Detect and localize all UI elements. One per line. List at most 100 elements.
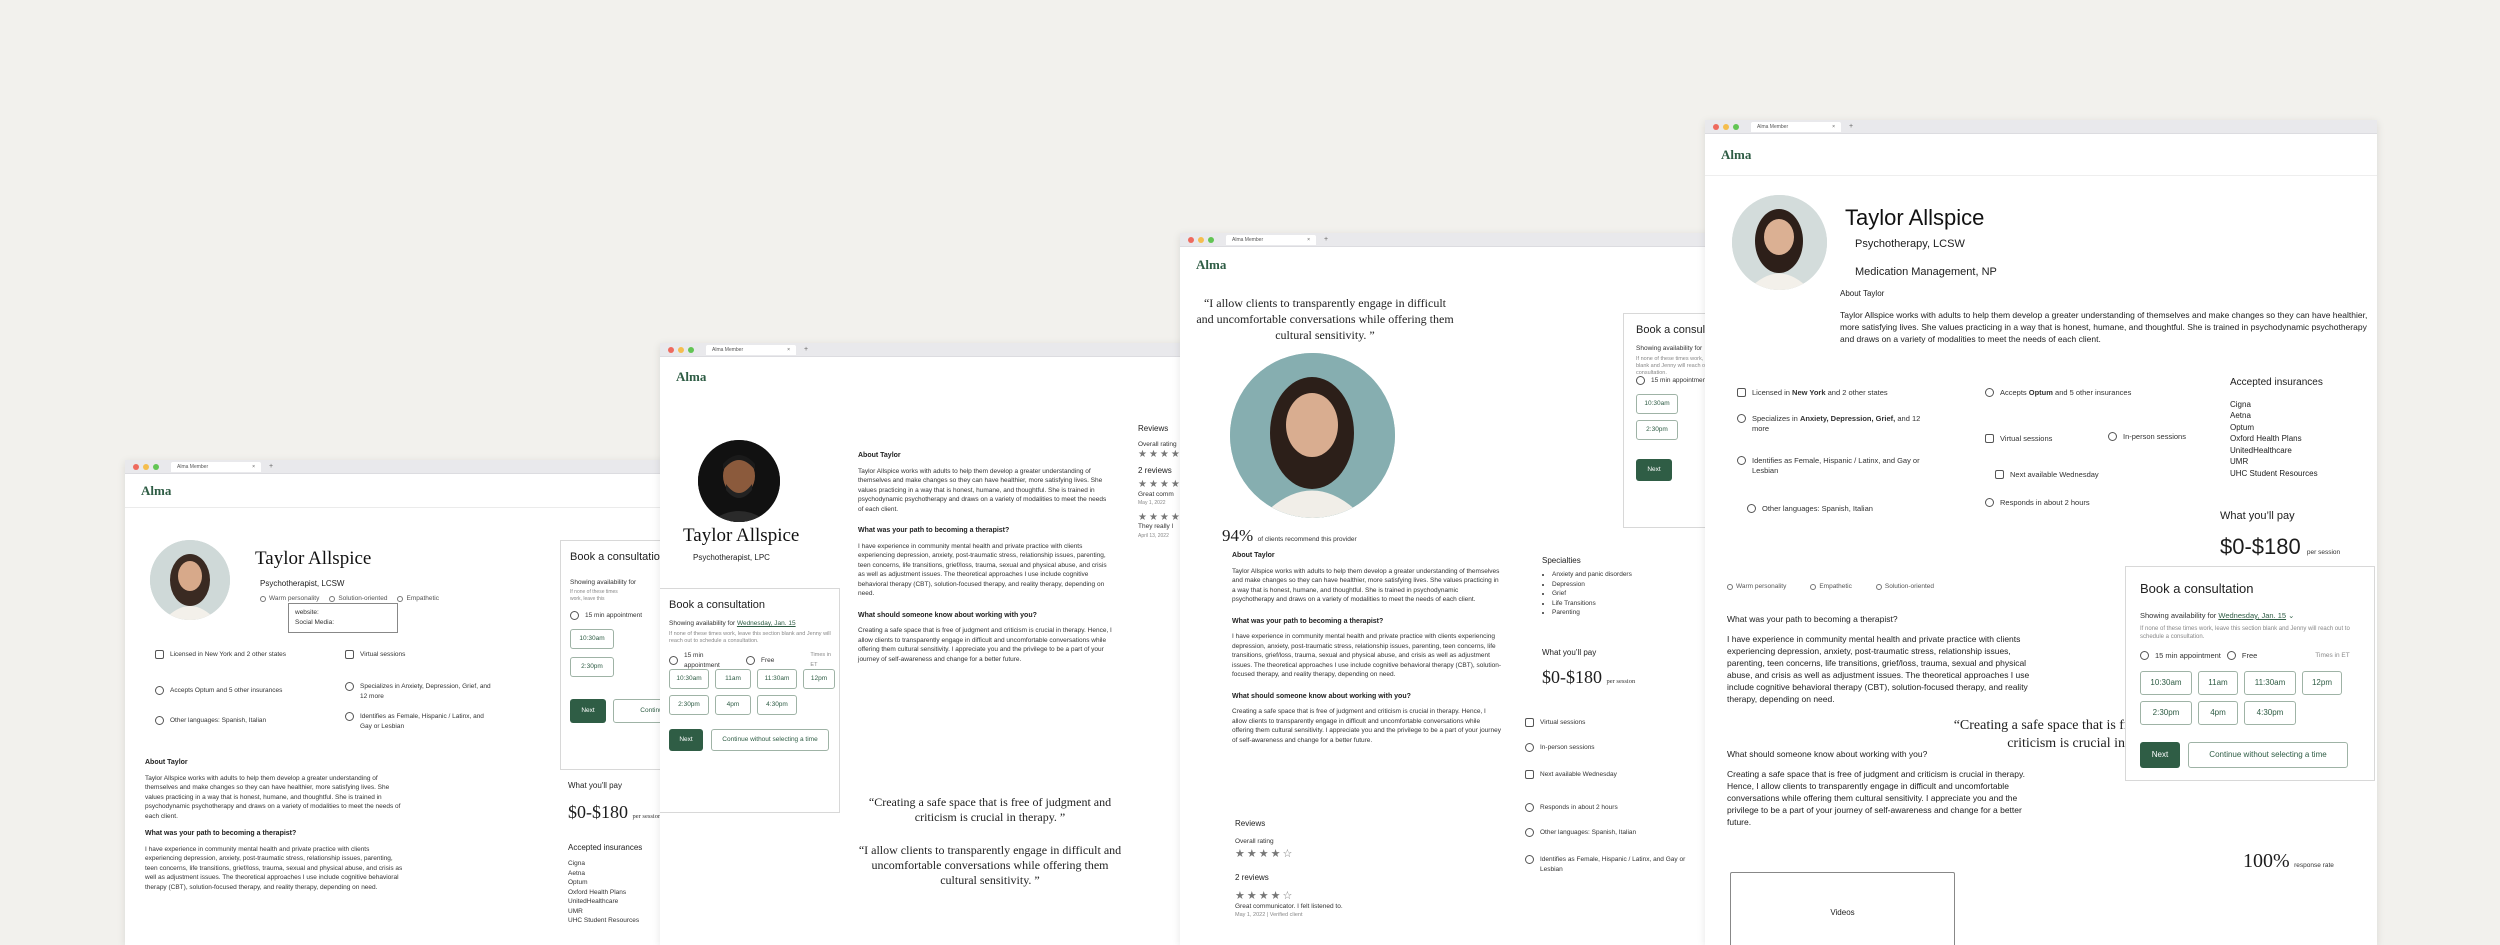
brand-logo[interactable]: Alma <box>1721 147 1751 163</box>
maximize-dot-icon[interactable] <box>1208 236 1214 243</box>
date-select[interactable]: Wednesday, Jan. 15 <box>737 620 796 627</box>
clock-icon <box>1985 498 1994 508</box>
close-dot-icon[interactable] <box>133 463 139 470</box>
minimize-dot-icon[interactable] <box>143 463 149 470</box>
identifies-row: Identifies as Female, Hispanic / Latinx,… <box>1525 855 1695 874</box>
languages-row: Other languages: Spanish, Italian <box>1747 504 1873 514</box>
new-tab-icon[interactable]: + <box>804 346 808 353</box>
profile-window-4: Alma Member × + Alma Taylor Allspice Psyc… <box>1705 120 2377 945</box>
slot-430[interactable]: 4:30pm <box>2244 701 2296 725</box>
maximize-dot-icon[interactable] <box>153 463 159 470</box>
slot-11[interactable]: 11am <box>2198 671 2238 695</box>
profile-window-3: Alma Member × + Alma “I allow clients to … <box>1180 233 1760 945</box>
languages-row: Other languages: Spanish, Italian <box>155 716 266 726</box>
person-icon <box>345 712 354 721</box>
know-section: What should someone know about working w… <box>1727 749 2025 827</box>
provider-avatar <box>150 540 230 620</box>
browser-tab[interactable]: Alma Member × <box>171 461 261 472</box>
tag-icon <box>1727 583 1733 590</box>
browser-tab[interactable]: Alma Member × <box>1226 234 1316 245</box>
minimize-dot-icon[interactable] <box>678 346 684 353</box>
close-tab-icon[interactable]: × <box>1832 122 1835 132</box>
clock-icon <box>2140 651 2149 661</box>
in-person-row: In-person sessions <box>1525 743 1595 753</box>
slot-230[interactable]: 2:30pm <box>570 657 614 677</box>
clock-icon <box>669 656 678 665</box>
provider-avatar <box>1230 353 1395 518</box>
close-dot-icon[interactable] <box>1188 236 1194 243</box>
slot-4[interactable]: 4pm <box>715 695 751 715</box>
top-nav: Alma <box>1705 134 2377 176</box>
slot-1030[interactable]: 10:30am <box>2140 671 2192 695</box>
brand-logo[interactable]: Alma <box>141 483 171 499</box>
next-button[interactable]: Next <box>570 699 606 723</box>
continue-button[interactable]: Continue without selecting a time <box>711 729 829 751</box>
dollar-icon <box>155 686 164 696</box>
tag-icon <box>329 595 336 602</box>
browser-chrome: Alma Member × + <box>1180 233 1760 247</box>
slot-12[interactable]: 12pm <box>2302 671 2342 695</box>
minimize-dot-icon[interactable] <box>1723 123 1729 130</box>
slot-430[interactable]: 4:30pm <box>757 695 797 715</box>
clock-icon <box>1525 803 1534 813</box>
close-tab-icon[interactable]: × <box>787 345 790 355</box>
video-icon <box>1525 718 1534 728</box>
next-button[interactable]: Next <box>669 729 703 751</box>
date-select[interactable]: Wednesday, Jan. 15 <box>2218 611 2286 620</box>
close-dot-icon[interactable] <box>1713 123 1719 130</box>
slot-1030[interactable]: 10:30am <box>1636 394 1678 414</box>
tag-icon <box>1810 583 1817 590</box>
response-stat: 100% response rate <box>2243 850 2334 872</box>
specialties-section: Specialties Anxiety and panic disorders … <box>1542 555 1692 618</box>
maximize-dot-icon[interactable] <box>688 346 694 353</box>
location-icon <box>1525 743 1534 753</box>
chevron-down-icon[interactable]: ⌄ <box>2288 611 2294 620</box>
language-icon <box>1525 828 1534 838</box>
close-dot-icon[interactable] <box>668 346 674 353</box>
browser-tab[interactable]: Alma Member × <box>1751 121 1841 132</box>
quote-2: “I allow clients to transparently engage… <box>1196 296 1454 342</box>
about-section: About Taylor Taylor Allspice works with … <box>858 452 1112 663</box>
slot-1130[interactable]: 11:30am <box>757 669 797 689</box>
info-icon <box>746 656 756 665</box>
next-available-row: Next available Wednesday <box>1995 470 2099 480</box>
provider-title: Psychotherapist, LPC <box>693 553 770 562</box>
slot-230[interactable]: 2:30pm <box>2140 701 2192 725</box>
slot-12[interactable]: 12pm <box>803 669 835 689</box>
info-icon <box>2226 651 2236 661</box>
provider-title: Psychotherapist, LCSW <box>260 579 345 588</box>
quote-2: “I allow clients to transparently engage… <box>858 843 1122 887</box>
maximize-dot-icon[interactable] <box>1733 123 1739 130</box>
slot-4[interactable]: 4pm <box>2198 701 2238 725</box>
new-tab-icon[interactable]: + <box>269 463 273 470</box>
licensed-row: Licensed in New York and 2 other states <box>155 650 286 660</box>
brand-logo[interactable]: Alma <box>676 369 706 385</box>
slot-11[interactable]: 11am <box>715 669 751 689</box>
top-nav: Alma <box>125 474 685 508</box>
browser-tab[interactable]: Alma Member × <box>706 344 796 355</box>
about-heading: About Taylor <box>1840 289 1885 298</box>
continue-button[interactable]: Continue without selecting a time <box>2188 742 2348 768</box>
slot-230[interactable]: 2:30pm <box>1636 420 1678 440</box>
path-section: What was your path to becoming a therapi… <box>1727 614 2030 704</box>
next-button[interactable]: Next <box>1636 459 1672 481</box>
specializes-row: Specializes in Anxiety, Depression, Grie… <box>1737 414 1937 433</box>
close-tab-icon[interactable]: × <box>1307 235 1310 245</box>
slot-1030[interactable]: 10:30am <box>669 669 709 689</box>
next-button[interactable]: Next <box>2140 742 2180 768</box>
new-tab-icon[interactable]: + <box>1324 236 1328 243</box>
close-tab-icon[interactable]: × <box>252 462 255 472</box>
browser-chrome: Alma Member × + <box>125 460 685 474</box>
slot-1130[interactable]: 11:30am <box>2244 671 2296 695</box>
slot-1030[interactable]: 10:30am <box>570 629 614 649</box>
brand-logo[interactable]: Alma <box>1196 257 1226 273</box>
minimize-dot-icon[interactable] <box>1198 236 1204 243</box>
pay-heading: What you’ll pay <box>1542 648 1597 657</box>
new-tab-icon[interactable]: + <box>1849 123 1853 130</box>
license-icon <box>155 650 164 660</box>
about-section: About Taylor Taylor Allspice works with … <box>145 759 403 891</box>
slot-230[interactable]: 2:30pm <box>669 695 709 715</box>
insurances-list: Accepted insurances Cigna Aetna Optum Ox… <box>2230 377 2323 478</box>
videos-card[interactable]: Videos <box>1730 872 1955 945</box>
booking-card: Book a consultation Showing availability… <box>2125 566 2375 781</box>
